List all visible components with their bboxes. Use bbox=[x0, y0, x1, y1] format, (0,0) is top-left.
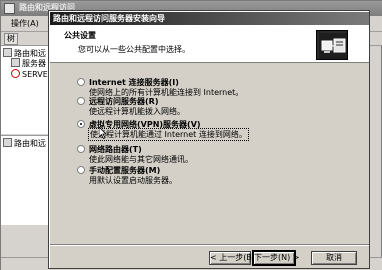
lower-tree-item-root[interactable]: 路由和远 bbox=[3, 138, 46, 149]
tree-item-servers-label: 服务器 bbox=[22, 59, 46, 68]
menu-action[interactable]: 操作(A) bbox=[11, 18, 39, 29]
option-description: 使远程计算机能通过 Internet 连接到网络。 bbox=[88, 128, 249, 141]
wizard-titlebar[interactable]: 路由和远程访问服务器安装向导 bbox=[50, 12, 369, 25]
cancel-button[interactable]: 取消 bbox=[311, 251, 357, 265]
tree-pane: 路由和远 服务器 SERVER bbox=[1, 46, 53, 134]
option-description: 使此网络能与其它网络通讯。 bbox=[89, 155, 193, 164]
radio-internet-connection-server[interactable] bbox=[77, 78, 85, 86]
wizard-header: 公共设置 您可以从一些公共配置中选择。 bbox=[50, 25, 369, 63]
header-subtitle: 您可以从一些公共配置中选择。 bbox=[78, 45, 190, 54]
radio-network-router[interactable] bbox=[77, 145, 85, 153]
tree-item-root-label: 路由和远 bbox=[14, 49, 46, 58]
app-icon bbox=[4, 3, 15, 14]
back-button[interactable]: < 上一步(B) bbox=[209, 251, 255, 265]
option-description: 用默认设置启动服务器。 bbox=[89, 176, 177, 185]
setup-wizard-dialog: 路由和远程访问服务器安装向导 公共设置 您可以从一些公共配置中选择。 Inter… bbox=[48, 10, 370, 269]
option-description: 使远程计算机能拨入网络。 bbox=[89, 107, 185, 116]
radio-vpn-server[interactable] bbox=[77, 120, 85, 128]
wizard-title: 路由和远程访问服务器安装向导 bbox=[53, 14, 165, 23]
tree-item-servers[interactable]: 服务器 bbox=[11, 58, 46, 69]
button-separator bbox=[50, 244, 369, 246]
network-server-icon bbox=[316, 30, 348, 60]
tree-item-server[interactable]: SERVER bbox=[11, 69, 53, 79]
lower-tree-item-root-label: 路由和远 bbox=[14, 139, 46, 148]
tab-tree[interactable]: 树 bbox=[4, 33, 18, 45]
server-stopped-icon bbox=[11, 69, 20, 78]
mouse-cursor-icon bbox=[98, 126, 107, 141]
radio-manual-configuration[interactable] bbox=[77, 166, 85, 174]
lower-tree-pane: 路由和远 bbox=[1, 135, 49, 225]
server-icon bbox=[11, 58, 20, 67]
next-button[interactable]: 下一步(N) > bbox=[253, 251, 299, 265]
header-title: 公共设置 bbox=[64, 31, 96, 40]
routing-icon bbox=[3, 138, 12, 147]
routing-icon bbox=[3, 48, 12, 57]
radio-remote-access-server[interactable] bbox=[77, 97, 85, 105]
